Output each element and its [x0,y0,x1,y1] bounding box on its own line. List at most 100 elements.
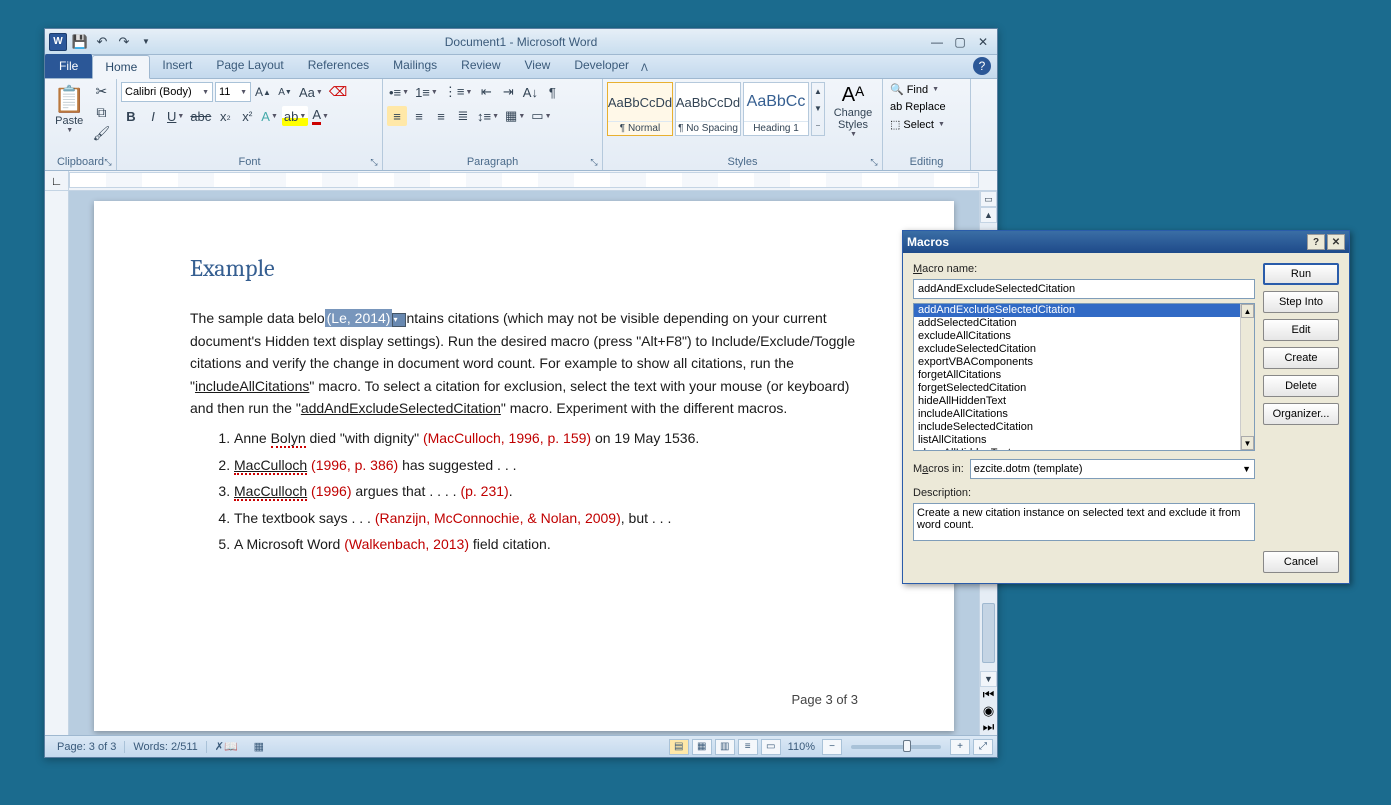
macro-name-input[interactable] [913,279,1255,299]
run-button[interactable]: Run [1263,263,1339,285]
tab-review[interactable]: Review [449,54,512,78]
list-item[interactable]: forgetAllCitations [914,369,1240,382]
replace-button[interactable]: abReplace [887,100,949,114]
save-icon[interactable]: 💾 [71,33,89,51]
clipboard-launcher-icon[interactable]: ⤡ [102,156,114,168]
listbox-scrollbar[interactable]: ▲ ▼ [1240,304,1254,450]
change-case-icon[interactable]: Aa▼ [297,82,325,102]
paragraph-launcher-icon[interactable]: ⤡ [588,156,600,168]
citation-option-handle[interactable]: ▾ [392,313,406,327]
subscript-button[interactable]: x₂ [215,106,235,126]
document-page[interactable]: Example The sample data belo(Le, 2014)▾n… [94,201,954,731]
zoom-out-button[interactable]: − [822,739,842,755]
styles-launcher-icon[interactable]: ⤡ [868,156,880,168]
paste-button[interactable]: 📋 Paste ▼ [49,82,89,136]
list-item[interactable]: addSelectedCitation [914,317,1240,330]
sort-icon[interactable]: A↓ [520,82,540,102]
scroll-thumb[interactable] [982,603,995,663]
word-app-icon[interactable]: W [49,33,67,51]
align-left-icon[interactable]: ≡ [387,106,407,126]
maximize-button[interactable]: ▢ [950,34,970,50]
highlight-icon[interactable]: ab▼ [282,106,308,126]
list-item[interactable]: excludeAllCitations [914,330,1240,343]
selected-citation[interactable]: (Le, 2014) [325,309,393,327]
find-button[interactable]: 🔍Find▼ [887,82,949,97]
status-proofing-icon[interactable]: ✗📖 [207,740,246,753]
line-spacing-icon[interactable]: ↕≡▼ [475,106,501,126]
font-name-select[interactable]: Calibri (Body)▼ [121,82,213,102]
help-icon[interactable]: ? [973,57,991,75]
bold-button[interactable]: B [121,106,141,126]
format-painter-icon[interactable]: 🖌 [92,124,110,142]
full-screen-view-icon[interactable]: ▦ [692,739,712,755]
multilevel-list-icon[interactable]: ⋮≡▼ [442,82,475,102]
borders-icon[interactable]: ▭▼ [529,106,553,126]
list-item[interactable]: showAllHiddenText [914,447,1240,450]
status-macro-icon[interactable]: ▦ [246,740,272,753]
clear-formatting-icon[interactable]: ⌫ [327,82,349,102]
italic-button[interactable]: I [143,106,163,126]
undo-icon[interactable]: ↶ [93,33,111,51]
increase-indent-icon[interactable]: ⇥ [498,82,518,102]
redo-icon[interactable]: ↷ [115,33,133,51]
zoom-slider[interactable] [851,745,941,749]
copy-icon[interactable]: ⧉ [92,103,110,121]
numbering-icon[interactable]: 1≡▼ [413,82,440,102]
list-item[interactable]: excludeSelectedCitation [914,343,1240,356]
tab-page-layout[interactable]: Page Layout [204,54,295,78]
minimize-button[interactable]: — [927,34,947,50]
style-normal[interactable]: AaBbCcDd ¶ Normal [607,82,673,136]
zoom-thumb[interactable] [903,740,911,752]
status-page[interactable]: Page: 3 of 3 [49,741,125,753]
prev-page-icon[interactable]: ⏮ [980,687,997,703]
list-item[interactable]: forgetSelectedCitation [914,382,1240,395]
shading-icon[interactable]: ▦▼ [503,106,527,126]
browse-object-icon[interactable]: ◉ [980,703,997,719]
list-item[interactable]: exportVBAComponents [914,356,1240,369]
align-center-icon[interactable]: ≡ [409,106,429,126]
web-layout-view-icon[interactable]: ▥ [715,739,735,755]
macro-listbox[interactable]: addAndExcludeSelectedCitation addSelecte… [913,303,1255,451]
tab-insert[interactable]: Insert [150,54,204,78]
tab-file[interactable]: File [45,54,92,78]
edit-button[interactable]: Edit [1263,319,1339,341]
text-effects-icon[interactable]: A▼ [259,106,280,126]
dialog-help-button[interactable]: ? [1307,234,1325,250]
strikethrough-button[interactable]: abc [188,106,213,126]
font-size-select[interactable]: 11▼ [215,82,251,102]
tab-selector[interactable]: ∟ [45,171,69,191]
bullets-icon[interactable]: •≡▼ [387,82,411,102]
step-into-button[interactable]: Step Into [1263,291,1339,313]
list-item[interactable]: hideAllHiddenText [914,395,1240,408]
change-styles-button[interactable]: Aᴬ Change Styles ▼ [828,82,878,140]
cut-icon[interactable]: ✂ [92,82,110,100]
scroll-up-button[interactable]: ▲ [980,207,997,223]
dialog-title-bar[interactable]: Macros ? ✕ [903,231,1349,253]
listbox-scroll-down[interactable]: ▼ [1241,436,1254,450]
tab-view[interactable]: View [513,54,563,78]
collapse-ribbon-icon[interactable]: ᐱ [641,63,648,74]
style-gallery-more[interactable]: ▲▼⎯ [811,82,825,136]
macros-in-select[interactable]: ezcite.dotm (template) ▼ [970,459,1255,479]
qat-customize-icon[interactable]: ▼ [137,33,155,51]
tab-home[interactable]: Home [92,55,150,79]
decrease-indent-icon[interactable]: ⇤ [476,82,496,102]
font-color-icon[interactable]: A▼ [310,106,331,126]
align-right-icon[interactable]: ≡ [431,106,451,126]
organizer-button[interactable]: Organizer... [1263,403,1339,425]
horizontal-ruler[interactable] [69,172,979,188]
cancel-button[interactable]: Cancel [1263,551,1339,573]
tab-mailings[interactable]: Mailings [381,54,449,78]
create-button[interactable]: Create [1263,347,1339,369]
print-layout-view-icon[interactable]: ▤ [669,739,689,755]
outline-view-icon[interactable]: ≡ [738,739,758,755]
zoom-level[interactable]: 110% [784,741,819,753]
grow-font-icon[interactable]: A▲ [253,82,273,102]
scroll-down-button[interactable]: ▼ [980,671,997,687]
document-scroll[interactable]: Example The sample data belo(Le, 2014)▾n… [69,191,979,735]
font-launcher-icon[interactable]: ⤡ [368,156,380,168]
underline-button[interactable]: U▼ [165,106,186,126]
list-item[interactable]: includeSelectedCitation [914,421,1240,434]
listbox-scroll-up[interactable]: ▲ [1241,304,1254,318]
select-button[interactable]: ⬚Select▼ [887,117,949,132]
